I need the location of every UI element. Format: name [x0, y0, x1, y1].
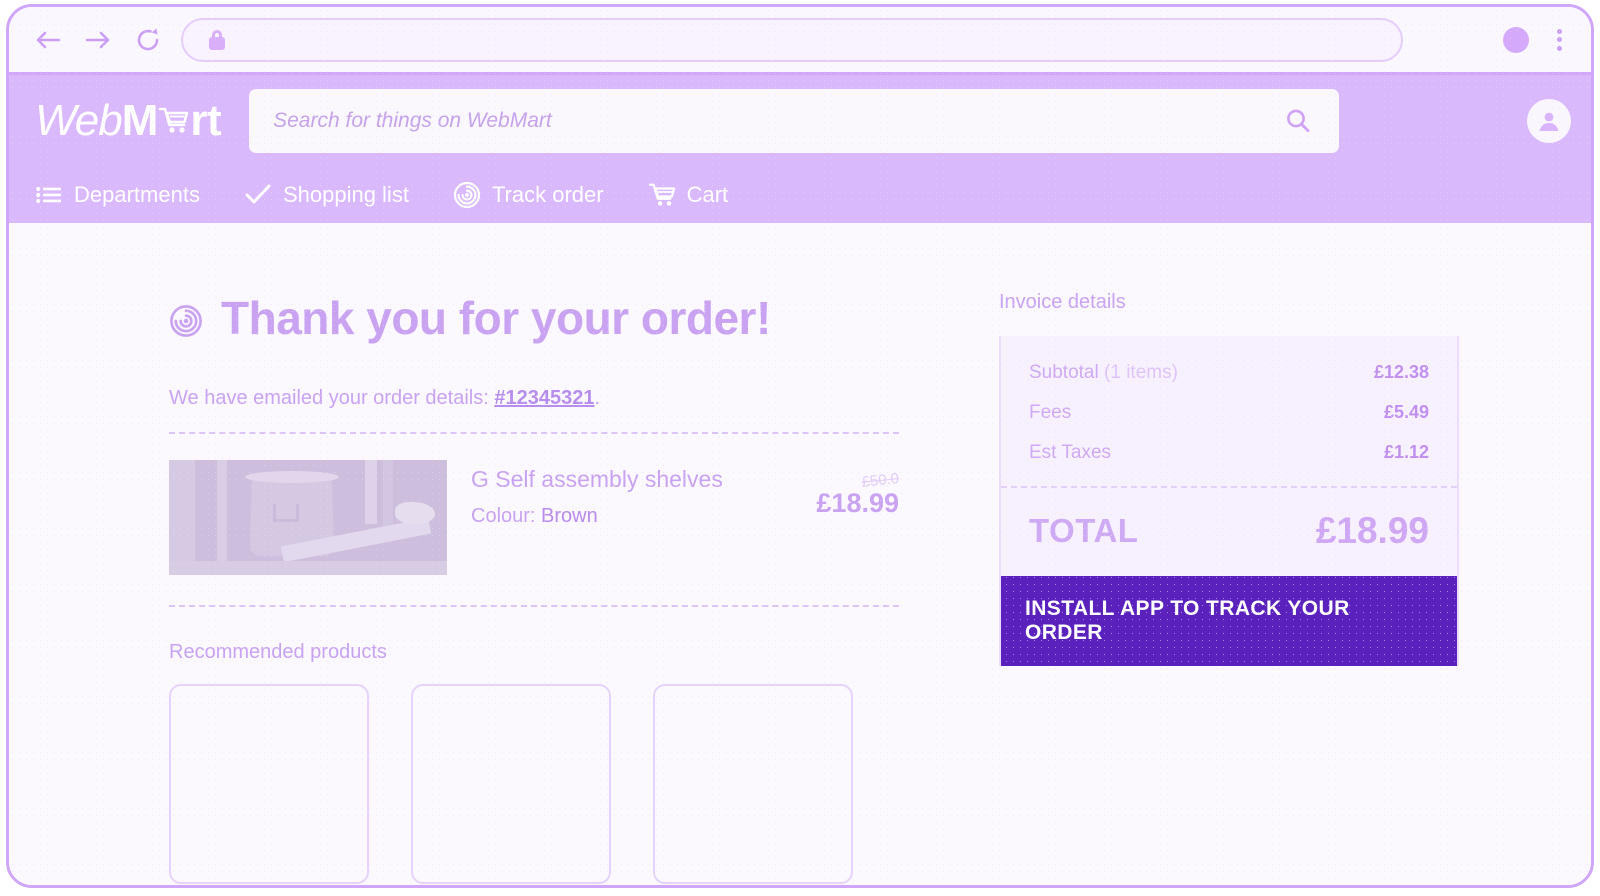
list-menu-icon [35, 181, 63, 209]
content-wrapper: Thank you for your order! We have emaile… [9, 223, 1591, 884]
browser-toolbar [9, 7, 1591, 75]
product-colour-label: Colour: [471, 505, 536, 527]
arrow-left-icon[interactable] [31, 23, 65, 57]
recommended-products-title: Recommended products [169, 641, 387, 663]
invoice-row-label: Fees [1029, 402, 1072, 423]
lock-icon [209, 29, 225, 50]
arrow-right-icon[interactable] [81, 23, 115, 57]
invoice-row-value: £12.38 [1373, 362, 1429, 382]
order-email-suffix: . [594, 387, 601, 409]
product-colour-value: Brown [541, 505, 598, 527]
product-title[interactable]: G Self assembly shelves [471, 466, 755, 493]
order-email-notice: We have emailed your order details: #123… [169, 387, 899, 432]
nav-item-label: Track order [491, 182, 604, 207]
brand-logo[interactable]: Web M rt [35, 96, 222, 146]
reload-icon[interactable] [131, 23, 165, 57]
invoice-total-label: TOTAL [1029, 512, 1139, 549]
header-top-row: Web M rt [9, 75, 1591, 167]
invoice-total-value: £18.99 [1315, 510, 1429, 551]
header-nav: Departments Shopping list Track order Ca… [9, 167, 1591, 223]
search-input[interactable] [273, 109, 1282, 133]
invoice-label-sub: (1 items) [1104, 362, 1178, 383]
invoice-row-label: Est Taxes [1029, 442, 1112, 463]
address-bar[interactable] [181, 17, 1403, 62]
check-icon [244, 181, 272, 209]
profile-avatar-dot[interactable] [1503, 26, 1529, 53]
invoice-row-value: £1.12 [1383, 442, 1429, 462]
browser-nav-buttons [31, 23, 165, 57]
thank-you-block: Thank you for your order! [169, 291, 899, 345]
recommended-products-grid [169, 684, 899, 884]
search-bar[interactable] [249, 89, 1340, 153]
invoice-card: Subtotal (1 items) £12.38 Fees £5.49 Est… [999, 336, 1459, 666]
target-radar-icon [453, 181, 481, 209]
invoice-row-subtotal: Subtotal (1 items) £12.38 [1029, 362, 1429, 384]
nav-item-cart[interactable]: Cart [648, 181, 729, 209]
order-summary-column: Thank you for your order! We have emaile… [169, 291, 900, 884]
product-info: G Self assembly shelves Colour: Brown [471, 460, 755, 528]
target-radar-icon [169, 304, 203, 338]
nav-item-label: Shopping list [282, 182, 409, 207]
brand-logo-part1: Web [35, 96, 123, 145]
shopping-cart-icon [648, 181, 676, 209]
divider-bottom [169, 605, 899, 607]
kebab-menu-icon[interactable] [1547, 27, 1571, 53]
invoice-row-fees: Fees £5.49 [1029, 402, 1429, 424]
invoice-row-label: Subtotal (1 items) [1029, 362, 1178, 384]
order-number-link[interactable]: #12345321 [494, 387, 594, 409]
invoice-label-text: Subtotal [1029, 362, 1099, 383]
product-colour: Colour: Brown [471, 505, 755, 528]
browser-toolbar-right [1503, 26, 1571, 53]
invoice-total-row: TOTAL £18.99 [1001, 488, 1457, 576]
brand-logo-part3: rt [190, 96, 222, 145]
page-title: Thank you for your order! [221, 292, 771, 344]
browser-window: Web M rt Search for things on WebMart De… [6, 4, 1594, 888]
recommended-product-card[interactable] [169, 684, 369, 884]
product-thumbnail[interactable] [169, 460, 447, 575]
order-line-item: G Self assembly shelves Colour: Brown £5… [169, 434, 900, 605]
product-price-block: £50.0 £18.99 [779, 460, 899, 519]
invoice-row-taxes: Est Taxes £1.12 [1029, 442, 1429, 464]
invoice-column: Invoice details Subtotal (1 items) £12.3… [999, 291, 1459, 666]
recommended-product-card[interactable] [411, 684, 611, 884]
brand-logo-part2: M [121, 96, 159, 145]
nav-item-shopping-list[interactable]: Shopping list [244, 181, 409, 209]
nav-item-departments[interactable]: Departments [35, 181, 200, 209]
invoice-row-value: £5.49 [1383, 402, 1429, 422]
nav-item-label: Cart [686, 182, 729, 207]
page-body: Thank you for your order! We have emaile… [9, 223, 1591, 885]
site-header: Web M rt Search for things on WebMart De… [9, 75, 1591, 223]
order-email-prefix: We have emailed your order details: [169, 387, 495, 409]
search-icon[interactable] [1281, 104, 1315, 138]
invoice-lines: Subtotal (1 items) £12.38 Fees £5.49 Est… [1001, 336, 1457, 486]
invoice-details-title: Invoice details [999, 291, 1126, 313]
recommended-product-card[interactable] [653, 684, 853, 884]
shopping-cart-icon [157, 103, 191, 137]
nav-item-label: Departments [74, 182, 200, 207]
nav-item-track-order[interactable]: Track order [453, 181, 604, 209]
install-app-button[interactable]: INSTALL APP TO TRACK YOUR ORDER [1001, 576, 1457, 666]
account-circle-icon[interactable] [1527, 99, 1571, 143]
